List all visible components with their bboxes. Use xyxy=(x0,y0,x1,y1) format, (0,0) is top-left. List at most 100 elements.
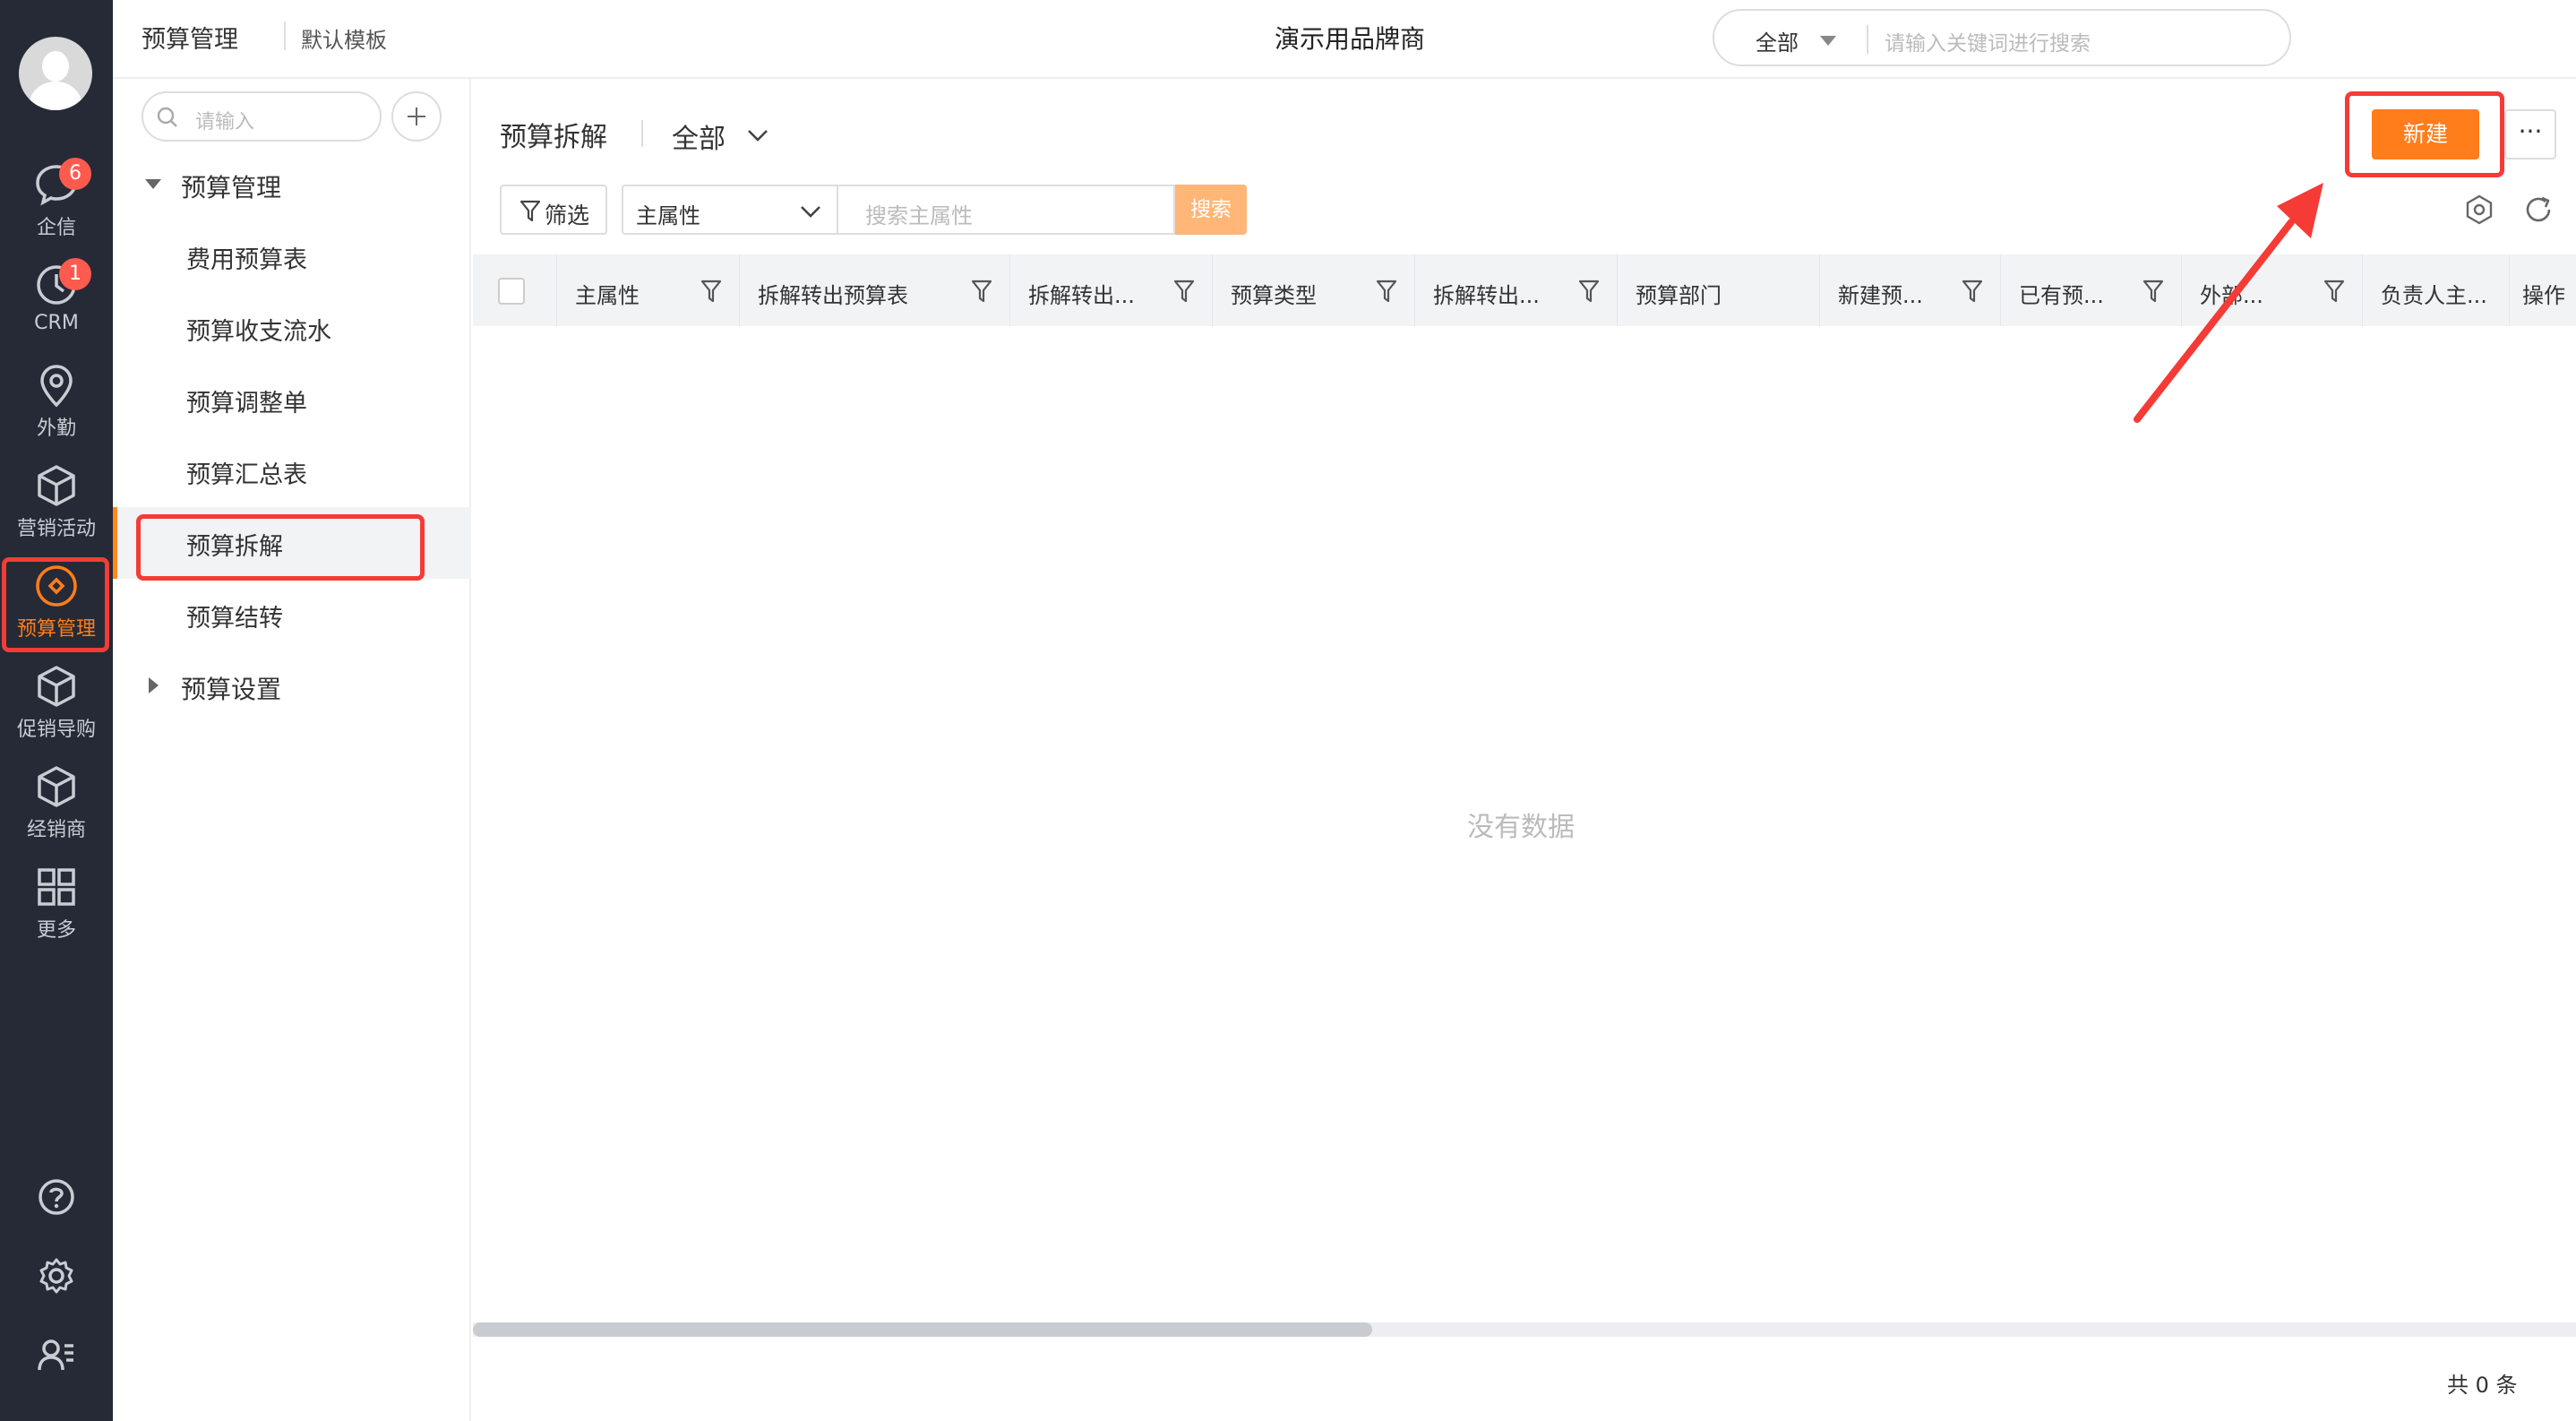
global-search: 全部 请输入关键词进行搜索 xyxy=(1713,9,2291,66)
rail-item-qixin[interactable]: 企信 6 xyxy=(0,151,113,247)
module-sidebar: 请输入 预算管理 费用预算表 预算收支流水 预算调整单 预算汇总表 预算拆解 预… xyxy=(113,79,471,1421)
column-label: 拆解转出... xyxy=(1028,283,1135,308)
attribute-search-placeholder: 搜索主属性 xyxy=(865,203,973,228)
sidebar-group-label: 预算设置 xyxy=(181,675,282,704)
refresh-icon[interactable] xyxy=(2522,194,2555,226)
user-list-icon xyxy=(38,1339,73,1371)
new-button[interactable]: 新建 xyxy=(2372,109,2479,159)
top-bar: 预算管理 默认模板 演示用品牌商 全部 请输入关键词进行搜索 xyxy=(113,0,2576,79)
sidebar-item-label: 预算收支流水 xyxy=(186,318,331,346)
column-header[interactable]: 操作 xyxy=(2510,254,2576,326)
rail-label: CRM xyxy=(34,312,79,334)
search-divider xyxy=(1867,25,1868,54)
rail-label: 外勤 xyxy=(36,418,76,440)
sidebar-item-budget-carryover[interactable]: 预算结转 xyxy=(113,579,471,650)
column-filter-icon[interactable] xyxy=(1376,278,1397,305)
contacts-button[interactable] xyxy=(0,1322,113,1385)
column-header[interactable]: 新建预... xyxy=(1820,254,2001,326)
location-pin-icon xyxy=(40,365,73,408)
sidebar-search-input[interactable]: 请输入 xyxy=(142,91,382,142)
rail-item-more[interactable]: 更多 xyxy=(0,853,113,950)
sidebar-item-label: 费用预算表 xyxy=(186,246,307,274)
chevron-down-icon[interactable] xyxy=(745,122,770,147)
rail-item-marketing[interactable]: 营销活动 xyxy=(0,452,113,548)
rail-label: 促销导购 xyxy=(16,719,96,741)
settings-icon xyxy=(39,1258,73,1294)
column-label: 预算类型 xyxy=(1231,283,1317,308)
annotation-highlight-sidebar xyxy=(136,514,425,581)
sidebar-item-budget-summary[interactable]: 预算汇总表 xyxy=(113,435,471,507)
column-label: 预算部门 xyxy=(1636,283,1722,308)
column-header[interactable]: 预算类型 xyxy=(1213,254,1415,326)
cube-icon xyxy=(38,465,75,506)
column-settings-icon[interactable] xyxy=(2463,194,2495,226)
column-filter-icon[interactable] xyxy=(1962,278,1983,305)
sidebar-item-expense-budget[interactable]: 费用预算表 xyxy=(113,220,471,292)
cube-icon xyxy=(38,666,75,707)
column-label: 已有预... xyxy=(2019,283,2104,308)
annotation-arrow-icon xyxy=(2134,183,2323,423)
column-header[interactable]: 拆解转出... xyxy=(1415,254,1618,326)
column-filter-icon[interactable] xyxy=(1578,278,1600,305)
rail-label: 营销活动 xyxy=(16,518,96,540)
column-filter-icon[interactable] xyxy=(1173,278,1195,305)
avatar[interactable] xyxy=(19,37,92,110)
column-filter-icon[interactable] xyxy=(971,278,992,305)
title-divider xyxy=(641,120,643,147)
more-button[interactable]: ··· xyxy=(2504,109,2556,159)
column-header[interactable]: 预算部门 xyxy=(1618,254,1820,326)
attribute-select-value: 主属性 xyxy=(636,203,700,228)
sidebar-item-budget-flow[interactable]: 预算收支流水 xyxy=(113,292,471,364)
breadcrumb-app[interactable]: 预算管理 xyxy=(142,20,238,55)
column-label: 主属性 xyxy=(575,283,640,308)
search-button[interactable]: 搜索 xyxy=(1175,185,1247,235)
left-rail: 企信 6 CRM 1 外勤 营销活动 预算管理 促销导购 经销商 更多 xyxy=(0,0,113,1421)
select-all-checkbox[interactable] xyxy=(498,278,525,305)
breadcrumb-template[interactable]: 默认模板 xyxy=(301,22,387,54)
settings-button[interactable] xyxy=(0,1244,113,1306)
select-all-cell xyxy=(473,254,557,326)
sidebar-item-budget-adjustment[interactable]: 预算调整单 xyxy=(113,364,471,435)
caret-right-icon xyxy=(149,677,159,693)
sidebar-group-budget-management[interactable]: 预算管理 xyxy=(113,158,471,211)
rail-label: 企信 xyxy=(36,217,76,239)
rail-item-promotion[interactable]: 促销导购 xyxy=(0,652,113,749)
attribute-search-input[interactable]: 搜索主属性 xyxy=(837,185,1175,235)
attribute-select[interactable]: 主属性 xyxy=(622,185,837,235)
empty-state-text: 没有数据 xyxy=(1467,812,1575,843)
rail-item-dealer[interactable]: 经销商 xyxy=(0,753,113,849)
sidebar-item-label: 预算调整单 xyxy=(186,390,307,418)
cube-icon xyxy=(38,766,75,807)
scope-select[interactable]: 全部 xyxy=(672,116,726,156)
scrollbar-thumb[interactable] xyxy=(473,1322,1372,1337)
column-header[interactable]: 拆解转出预算表 xyxy=(740,254,1010,326)
total-count: 共 0 条 xyxy=(2447,1373,2518,1398)
caret-down-icon xyxy=(145,179,161,189)
column-header[interactable]: 主属性 xyxy=(557,254,740,326)
column-header[interactable]: 负责人主... xyxy=(2363,254,2510,326)
filter-button[interactable]: 筛选 xyxy=(500,185,607,235)
global-search-input[interactable]: 请输入关键词进行搜索 xyxy=(1885,26,2091,56)
sidebar-group-budget-settings[interactable]: 预算设置 xyxy=(113,659,471,713)
column-label: 操作 xyxy=(2522,283,2565,308)
rail-label: 经销商 xyxy=(26,819,86,841)
search-scope-select[interactable]: 全部 xyxy=(1756,25,1799,56)
help-icon xyxy=(39,1179,74,1215)
rail-item-field[interactable]: 外勤 xyxy=(0,351,113,448)
unread-badge: 1 xyxy=(59,258,91,290)
column-filter-icon[interactable] xyxy=(700,278,722,305)
brand-title: 演示用品牌商 xyxy=(1275,24,1426,54)
annotation-highlight-rail xyxy=(2,557,109,652)
add-button[interactable] xyxy=(391,91,442,142)
chevron-down-icon xyxy=(801,206,820,218)
rail-item-crm[interactable]: CRM 1 xyxy=(0,251,113,348)
help-button[interactable] xyxy=(0,1165,113,1227)
caret-down-icon[interactable] xyxy=(1820,36,1836,46)
column-label: 拆解转出... xyxy=(1433,283,1540,308)
page-title: 预算拆解 xyxy=(500,122,607,153)
column-header[interactable]: 拆解转出... xyxy=(1010,254,1213,326)
filter-label: 筛选 xyxy=(545,202,590,228)
breadcrumb-divider xyxy=(284,22,286,50)
search-icon xyxy=(157,107,177,127)
sidebar-item-label: 预算结转 xyxy=(186,605,283,633)
